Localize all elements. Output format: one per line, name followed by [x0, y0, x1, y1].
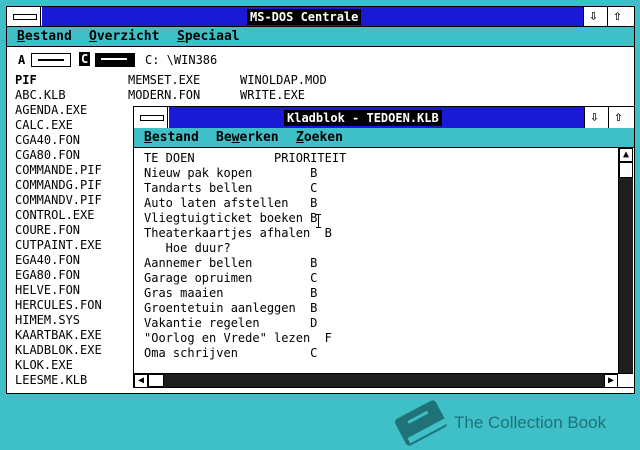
notepad-window-title: Kladblok - TEDOEN.KLB [284, 110, 442, 126]
file-list-column-1: PIF ABC.KLB AGENDA.EXE CALC.EXE CGA40.FO… [15, 73, 133, 388]
menu-zoeken[interactable]: Zoeken [296, 130, 343, 146]
text-line: Theaterkaartjes afhalen B [144, 226, 332, 240]
file-item[interactable]: HELVE.FON [15, 283, 133, 298]
file-item[interactable]: CUTPAINT.EXE [15, 238, 133, 253]
drive-a-icon [31, 53, 71, 67]
text-line: Vakantie regelen D [144, 316, 318, 330]
text-line: "Oorlog en Vrede" lezen F [144, 331, 332, 345]
drive-c-icon [95, 53, 135, 67]
msdos-system-menu-button[interactable] [7, 7, 41, 26]
file-list-column-2: MEMSET.EXE MODERN.FON [128, 73, 200, 103]
file-item[interactable]: WINOLDAP.MOD [240, 73, 327, 88]
file-item[interactable]: KLADBLOK.EXE [15, 343, 133, 358]
system-menu-icon [13, 14, 37, 20]
drive-c[interactable]: C [79, 52, 139, 69]
text-line: Aannemer bellen B [144, 256, 318, 270]
notepad-minimize-button[interactable]: ⇩ [584, 107, 604, 128]
text-line: Nieuw pak kopen B [144, 166, 318, 180]
file-item[interactable]: WRITE.EXE [240, 88, 327, 103]
notepad-horizontal-scrollbar[interactable]: ◀ ▶ [134, 373, 633, 388]
msdos-maximize-button[interactable]: ⇧ [607, 7, 627, 26]
msdos-title-bar[interactable]: MS-DOS Centrale ⇩ ⇧ [7, 7, 634, 27]
menu-bestand[interactable]: Bestand [17, 29, 72, 45]
drive-a[interactable]: A [18, 53, 74, 69]
file-item[interactable]: CONTROL.EXE [15, 208, 133, 223]
text-line: Tandarts bellen C [144, 181, 318, 195]
menu-speciaal[interactable]: Speciaal [177, 29, 240, 45]
notepad-title-bar[interactable]: Kladblok - TEDOEN.KLB ⇩ ⇧ [134, 107, 634, 129]
msdos-menu-bar: Bestand Overzicht Speciaal [7, 27, 634, 47]
current-path: C: \WIN386 [145, 53, 218, 67]
file-item[interactable]: ABC.KLB [15, 88, 133, 103]
text-line: Hoe duur? [144, 241, 231, 255]
drive-a-label: A [18, 53, 26, 67]
file-item[interactable]: HERCULES.FON [15, 298, 133, 313]
file-item[interactable]: AGENDA.EXE [15, 103, 133, 118]
scroll-up-arrow-icon[interactable]: ▲ [619, 148, 633, 162]
text-line: TE DOEN PRIORITEIT [144, 151, 347, 165]
file-item[interactable]: CGA80.FON [15, 148, 133, 163]
size-box[interactable] [618, 374, 633, 387]
file-item[interactable]: EGA80.FON [15, 268, 133, 283]
file-item[interactable]: CGA40.FON [15, 133, 133, 148]
menu-overzicht[interactable]: Overzicht [89, 29, 159, 45]
text-line: Auto laten afstellen B [144, 196, 318, 210]
file-item[interactable]: EGA40.FON [15, 253, 133, 268]
file-item[interactable]: KLOK.EXE [15, 358, 133, 373]
file-item[interactable]: CALC.EXE [15, 118, 133, 133]
text-line: Groentetuin aanleggen B [144, 301, 318, 315]
notepad-menu-bar: Bestand Bewerken Zoeken [134, 128, 634, 148]
text-line: Oma schrijven C [144, 346, 318, 360]
scroll-left-arrow-icon[interactable]: ◀ [134, 374, 148, 388]
notepad-maximize-button[interactable]: ⇧ [608, 107, 628, 128]
drive-c-label: C [79, 52, 91, 66]
book-icon [395, 400, 448, 446]
scroll-thumb-horizontal[interactable] [148, 374, 164, 387]
file-item[interactable]: COMMANDE.PIF [15, 163, 133, 178]
msdos-window-title: MS-DOS Centrale [247, 9, 362, 25]
file-item[interactable]: LEESME.KLB [15, 373, 133, 388]
file-item[interactable]: MODERN.FON [128, 88, 200, 103]
scroll-track[interactable] [619, 178, 633, 373]
text-line: Garage opruimen C [144, 271, 318, 285]
file-item[interactable]: PIF [15, 73, 133, 88]
file-item[interactable]: MEMSET.EXE [128, 73, 200, 88]
file-item[interactable]: COMMANDV.PIF [15, 193, 133, 208]
watermark: The Collection Book [388, 398, 638, 448]
menu-bestand[interactable]: Bestand [144, 130, 199, 146]
msdos-minimize-button[interactable]: ⇩ [583, 7, 603, 26]
file-item[interactable]: KAARTBAK.EXE [15, 328, 133, 343]
text-line: Gras maaien B [144, 286, 318, 300]
i-beam-cursor-icon [316, 214, 321, 228]
notepad-vertical-scrollbar[interactable]: ▲ [618, 148, 633, 373]
scroll-thumb[interactable] [619, 162, 633, 178]
file-item[interactable]: COURE.FON [15, 223, 133, 238]
file-list-column-3: WINOLDAP.MOD WRITE.EXE [240, 73, 327, 103]
menu-bewerken[interactable]: Bewerken [216, 130, 279, 146]
file-item[interactable]: HIMEM.SYS [15, 313, 133, 328]
file-item[interactable]: COMMANDG.PIF [15, 178, 133, 193]
notepad-window: Kladblok - TEDOEN.KLB ⇩ ⇧ Bestand Bewerk… [133, 106, 635, 388]
notepad-text-area[interactable]: TE DOEN PRIORITEIT Nieuw pak kopen B Tan… [134, 148, 618, 373]
system-menu-icon [140, 115, 164, 121]
notepad-system-menu-button[interactable] [134, 107, 168, 128]
scroll-right-arrow-icon[interactable]: ▶ [604, 374, 618, 388]
watermark-text: The Collection Book [454, 413, 607, 432]
